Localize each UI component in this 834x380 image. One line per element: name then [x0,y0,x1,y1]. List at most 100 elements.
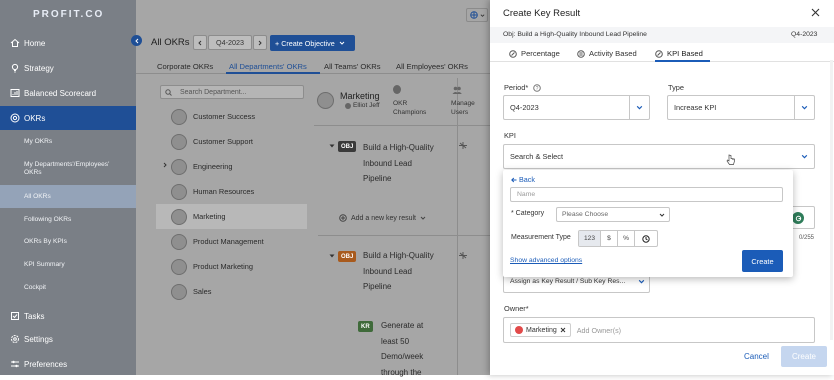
department-label: Product Management [193,237,264,246]
create-objective-button[interactable]: + Create Objective [270,35,355,51]
objective-title[interactable]: Build a High-Quality Inbound Lead Pipeli… [363,248,453,295]
period-dropdown-toggle[interactable] [629,96,649,119]
kpi-search-select[interactable]: Search & Select [503,144,815,169]
alignment-icon[interactable] [458,251,468,260]
back-link[interactable]: Back [511,175,535,184]
globe-dropdown[interactable] [466,8,488,22]
department-label: Customer Support [193,137,253,146]
sidebar-item-label: Home [24,39,45,48]
collapse-objective-icon[interactable] [329,143,335,149]
create-kpi-button[interactable]: Create [742,250,783,272]
chevron-down-icon [339,40,345,46]
manage-users-link[interactable]: Manage Users [451,99,487,117]
type-select[interactable]: Increase KPI [667,95,815,120]
key-result-title-line: Demo/week [381,349,451,365]
show-advanced-options-link[interactable]: Show advanced options [510,257,582,264]
sidebar-item-label: Tasks [24,312,44,321]
collapse-sidebar-button[interactable] [131,35,142,46]
measurement-number-option[interactable]: 123 [579,231,601,246]
create-objective-label: + Create Objective [275,39,335,48]
type-label: Type [668,83,684,92]
sidebar-item-tasks[interactable]: Tasks [0,307,136,325]
tab-activity-based[interactable]: Activity Based [577,49,637,58]
add-key-result-button[interactable]: Add a new key result [339,214,426,222]
key-result-title[interactable]: Generate at least 50 Demo/week through t… [381,318,451,380]
tab-all-employees-okrs[interactable]: All Employees' OKRs [396,62,468,71]
sidebar-item-balanced-scorecard[interactable]: Balanced Scorecard [0,82,136,104]
alignment-icon[interactable] [458,141,468,150]
sidebar-item-okrs[interactable]: OKRs [0,106,136,130]
sidebar-subitem-kpi-summary[interactable]: KPI Summary [0,254,136,275]
department-item[interactable]: Product Management [171,229,264,254]
tab-label: Activity Based [589,49,637,58]
expand-icon[interactable] [162,162,168,168]
kpi-dropdown-toggle[interactable] [794,145,814,168]
department-search[interactable]: Search Department... [160,85,304,99]
period-label: Period* [504,83,528,92]
period-value: Q4-2023 [510,103,539,112]
objective-label: Obj: Build a High-Quality Inbound Lead P… [503,31,647,38]
measurement-type-label: Measurement Type [511,234,571,241]
add-owner-placeholder: Add Owner(s) [577,326,621,335]
department-item[interactable]: Engineering [171,154,232,179]
cancel-button[interactable]: Cancel [744,352,769,361]
previous-period-button[interactable] [193,35,207,50]
okr-champions-label[interactable]: OKR Champions [393,99,431,117]
key-result-title-line: least 50 [381,334,451,350]
objective-title[interactable]: Build a High-Quality Inbound Lead Pipeli… [363,140,453,187]
owner-field[interactable]: Marketing Add Owner(s) [503,317,815,343]
tab-all-teams-okrs[interactable]: All Teams' OKRs [324,62,381,71]
sidebar-subitem-following-okrs[interactable]: Following OKRs [0,209,136,230]
page-title: All OKRs [151,37,190,48]
tab-corporate-okrs[interactable]: Corporate OKRs [157,62,213,71]
department-label: Human Resources [193,187,254,196]
measurement-currency-option[interactable]: $ [601,231,618,246]
chevron-down-icon [420,215,426,221]
marketing-avatar [317,92,334,109]
sidebar-item-home[interactable]: Home [0,32,136,54]
human-resources-icon [171,184,187,200]
sidebar-item-strategy[interactable]: Strategy [0,57,136,79]
sidebar-item-preferences[interactable]: Preferences [0,353,136,375]
assign-as-value: Assign as Key Result / Sub Key Res... [510,278,625,285]
department-item[interactable]: Customer Support [171,129,253,154]
create-key-result-button[interactable]: Create [781,346,827,367]
key-result-title-line: through the [381,365,451,380]
sidebar-subitem-okrs-by-kpis[interactable]: OKRs By KPIs [0,231,136,252]
sidebar-subitem-cockpit[interactable]: Cockpit [0,277,136,298]
grammar-icon[interactable] [792,212,804,224]
category-placeholder: Please Choose [562,211,608,218]
department-item[interactable]: Marketing [171,204,225,229]
tab-all-departments-okrs[interactable]: All Departments' OKRs [229,62,307,71]
department-item[interactable]: Human Resources [171,179,254,204]
measurement-time-option[interactable] [635,231,657,246]
department-label: Marketing [193,212,225,221]
remove-owner-icon[interactable] [560,327,566,333]
sidebar-subitem-my-departments[interactable]: My Departments'/Employees' OKRs [0,157,136,181]
collapse-objective-icon[interactable] [329,253,335,259]
sidebar-subitem-all-okrs[interactable]: All OKRs [0,185,136,208]
category-select[interactable]: Please Choose [556,207,670,222]
type-dropdown-toggle[interactable] [794,96,814,119]
period-selector[interactable]: Q4-2023 [208,35,252,50]
type-value: Increase KPI [674,103,716,112]
category-dropdown-toggle[interactable] [655,208,669,221]
measurement-percentage-option[interactable]: % [618,231,635,246]
next-period-button[interactable] [253,35,267,50]
sidebar-subitem-label: OKRs By KPIs [24,238,67,246]
department-item[interactable]: Sales [171,279,212,304]
add-key-result-label: Add a new key result [351,215,416,222]
period-select[interactable]: Q4-2023 [503,95,650,120]
sidebar-subitem-label: Cockpit [24,284,46,292]
tab-percentage[interactable]: Percentage [509,49,560,58]
sidebar-item-settings[interactable]: Settings [0,328,136,350]
chevron-down-icon [480,13,485,18]
sidebar-subitem-my-okrs[interactable]: My OKRs [0,131,136,152]
department-item[interactable]: Customer Success [171,104,255,129]
kpi-name-input[interactable]: Name [510,187,783,202]
department-item[interactable]: Product Marketing [171,254,253,279]
panel-scrollbar[interactable] [830,60,833,340]
tab-kpi-based[interactable]: KPI Based [655,49,703,58]
close-button[interactable] [811,8,820,17]
selected-department-title: Marketing [340,91,380,101]
